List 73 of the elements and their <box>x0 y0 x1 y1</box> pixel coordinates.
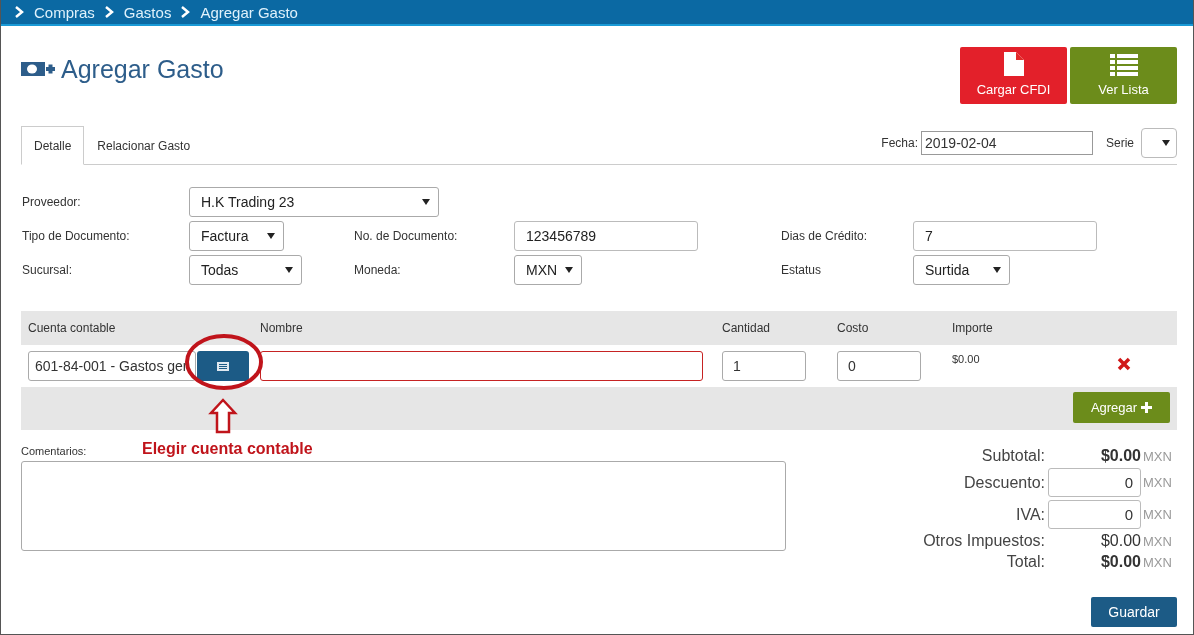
date-field[interactable]: 2019-02-04 <box>921 131 1093 155</box>
select-field[interactable]: Surtida <box>913 255 1010 285</box>
caret-icon <box>1162 140 1170 146</box>
caret-icon <box>993 267 1001 273</box>
currency-label: MXN <box>1142 475 1173 490</box>
breadcrumb-link[interactable]: Agregar Gasto <box>200 3 298 21</box>
page-title: Agregar Gasto <box>61 54 224 84</box>
input-field[interactable]: 7 <box>913 221 1097 251</box>
save-button[interactable]: Guardar <box>1091 597 1177 627</box>
currency-label: MXN <box>1142 554 1173 570</box>
document-icon <box>1003 52 1024 76</box>
plus-icon <box>1141 402 1153 413</box>
upload-button[interactable]: Cargar CFDI <box>960 47 1067 104</box>
total-input[interactable]: 0 <box>1048 468 1141 497</box>
annotation-text: Elegir cuenta contable <box>142 440 313 458</box>
list-icon <box>1109 54 1138 76</box>
column-header: Costo <box>837 321 869 335</box>
field-label: Comentarios: <box>21 445 87 457</box>
quantity-field[interactable]: 1 <box>722 351 806 381</box>
breadcrumb-link[interactable]: Gastos <box>123 3 172 21</box>
currency-label: MXN <box>1142 533 1173 549</box>
select-field[interactable]: Factura <box>189 221 284 251</box>
currency-label: MXN <box>1142 448 1173 464</box>
list-button[interactable]: Ver Lista <box>1070 47 1177 104</box>
tab[interactable]: Detalle <box>21 126 85 165</box>
annotation-arrow <box>208 398 238 434</box>
total-label: Otros Impuestos: <box>923 532 1046 550</box>
column-header: Cantidad <box>722 321 771 335</box>
caret-icon <box>565 267 573 273</box>
field-label: Moneda: <box>354 263 401 277</box>
field-label: No. de Documento: <box>354 229 458 243</box>
select-field[interactable]: MXN <box>514 255 582 285</box>
account-picker-button[interactable] <box>197 351 249 381</box>
add-button[interactable]: Agregar <box>1073 392 1170 423</box>
caret-icon <box>422 199 430 205</box>
select-field[interactable]: H.K Trading 23 <box>189 187 439 217</box>
serie-select[interactable] <box>1141 128 1177 158</box>
field-label: Sucursal: <box>22 263 73 277</box>
total-input[interactable]: 0 <box>1048 500 1141 529</box>
field-label: Serie <box>1106 136 1134 150</box>
currency-label: MXN <box>1142 507 1173 522</box>
cost-field[interactable]: 0 <box>837 351 921 381</box>
list-icon <box>217 361 229 371</box>
total-label: Descuento: <box>964 473 1046 492</box>
total-label: Total: <box>1006 553 1046 571</box>
field-label: Tipo de Documento: <box>22 229 130 243</box>
amount-text: $0.00 <box>952 353 980 365</box>
field-label: Fecha: <box>881 136 918 150</box>
column-header: Importe <box>952 321 993 335</box>
money-plus-icon <box>21 61 55 77</box>
column-header: Nombre <box>260 321 303 335</box>
total-value: $0.00 <box>1100 553 1141 571</box>
field-label: Estatus <box>781 263 822 277</box>
total-value: $0.00 <box>1100 532 1141 550</box>
comments-field[interactable] <box>21 461 786 551</box>
select-field[interactable]: Todas <box>189 255 302 285</box>
field-label: Proveedor: <box>22 195 81 209</box>
chevron-icon <box>104 6 114 18</box>
chevron-icon <box>15 6 24 18</box>
field-label: Dias de Crédito: <box>781 229 868 243</box>
total-label: IVA: <box>1015 505 1046 524</box>
delete-icon[interactable] <box>1117 357 1131 371</box>
caret-icon <box>267 233 275 239</box>
tab[interactable]: Relacionar Gasto <box>84 127 204 165</box>
account-field[interactable]: 601-84-001 - Gastos ger <box>28 351 196 381</box>
total-value: $0.00 <box>1100 447 1141 465</box>
column-header: Cuenta contable <box>28 321 116 335</box>
chevron-icon <box>181 6 191 18</box>
breadcrumb-link[interactable]: Compras <box>34 3 95 21</box>
input-field[interactable]: 123456789 <box>514 221 698 251</box>
caret-icon <box>285 267 293 273</box>
total-label: Subtotal: <box>981 447 1046 465</box>
name-field[interactable] <box>260 351 703 381</box>
